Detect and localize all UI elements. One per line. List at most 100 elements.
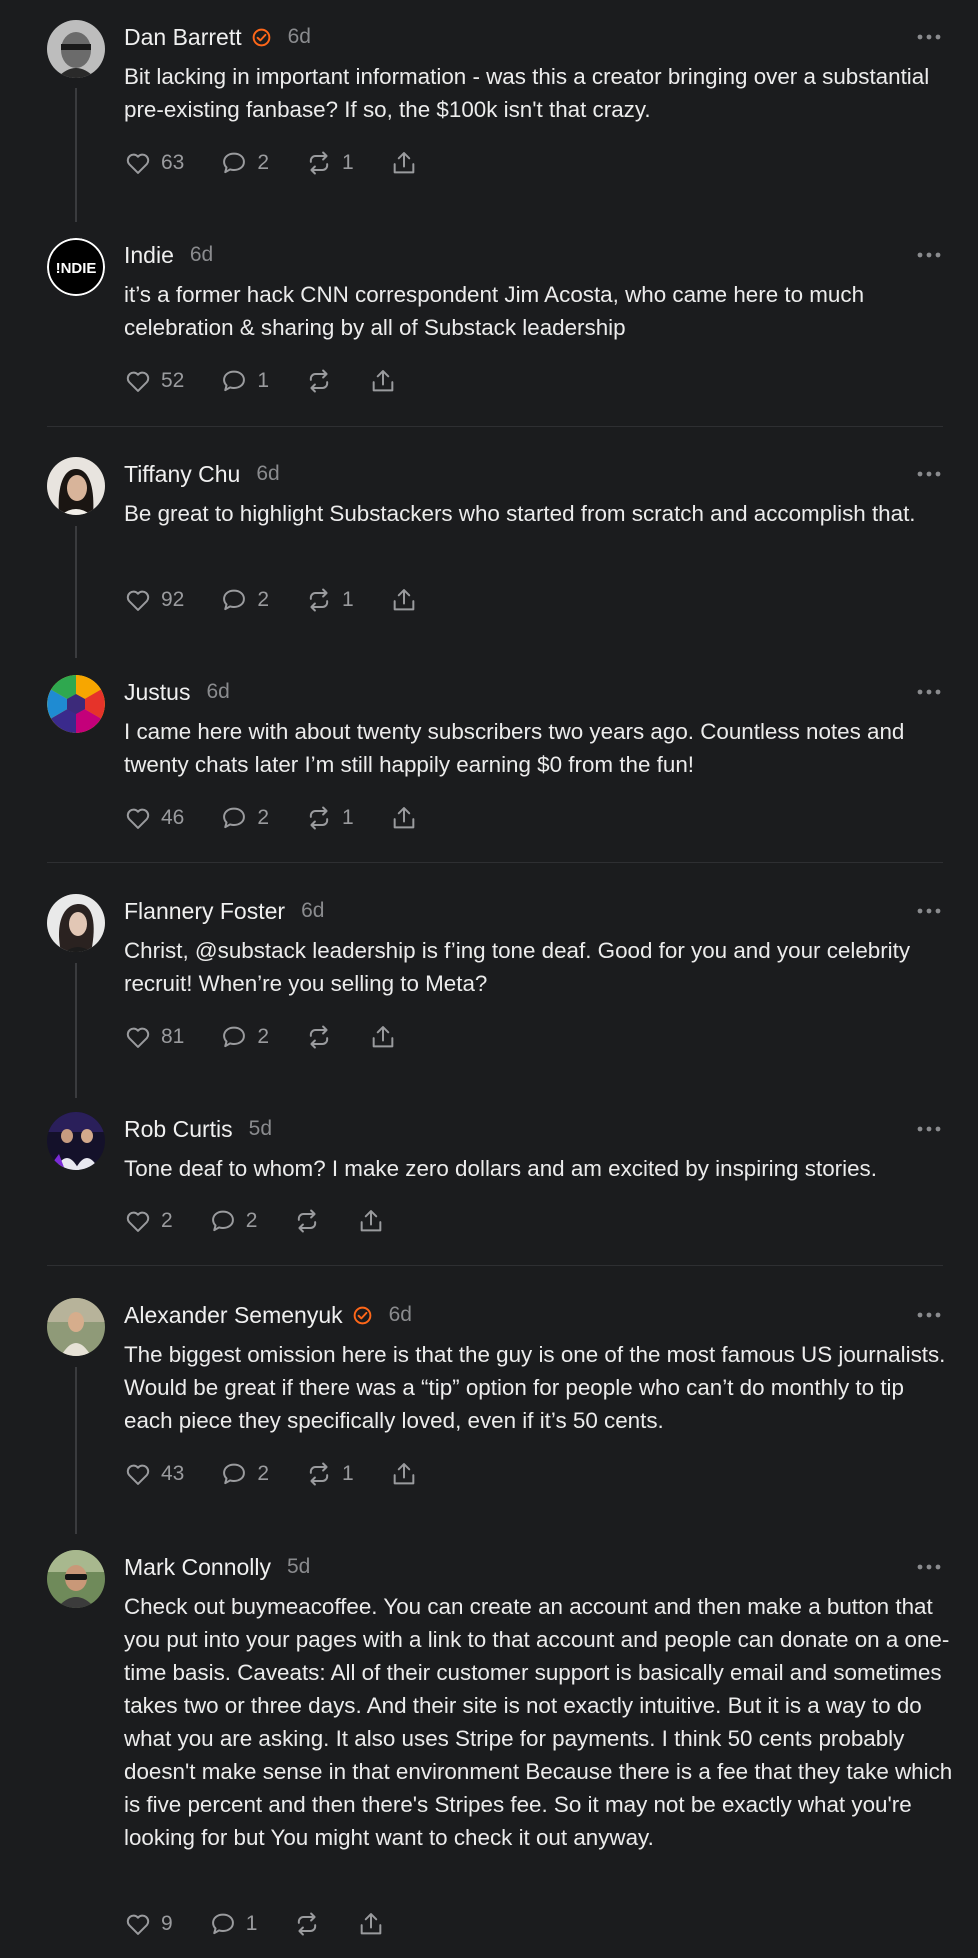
- restack-count: 1: [342, 806, 354, 829]
- like-button[interactable]: 46: [124, 804, 184, 832]
- author-name[interactable]: Justus: [124, 679, 190, 706]
- restack-icon: [309, 369, 329, 393]
- reply-button[interactable]: 1: [220, 367, 269, 395]
- more-icon[interactable]: [916, 30, 942, 44]
- reply-button[interactable]: 1: [209, 1910, 257, 1938]
- reply-button[interactable]: 2: [220, 1460, 269, 1488]
- timestamp: 5d: [287, 1555, 311, 1578]
- comment-header: Mark Connolly 5d: [124, 1552, 310, 1582]
- like-count: 46: [161, 806, 185, 829]
- more-icon[interactable]: [916, 1122, 942, 1136]
- avatar[interactable]: !NDIE: [47, 238, 105, 296]
- restack-button[interactable]: [305, 367, 333, 395]
- avatar[interactable]: [47, 1550, 105, 1608]
- author-name[interactable]: Tiffany Chu: [124, 461, 240, 488]
- share-button[interactable]: [390, 149, 418, 177]
- action-bar: 92 2 1: [124, 583, 418, 617]
- more-icon[interactable]: [916, 467, 942, 481]
- share-button[interactable]: [357, 1910, 385, 1938]
- action-bar: 81 2: [124, 1020, 397, 1054]
- like-count: 52: [161, 369, 185, 392]
- restack-icon: [309, 1025, 329, 1049]
- timestamp: 6d: [189, 243, 214, 266]
- avatar[interactable]: [47, 20, 105, 78]
- avatar[interactable]: [47, 675, 105, 733]
- comment-text: it’s a former hack CNN correspondent Jim…: [124, 282, 865, 340]
- restack-icon: [309, 588, 329, 612]
- like-button[interactable]: 81: [124, 1023, 184, 1051]
- share-icon: [393, 807, 415, 829]
- reply-button[interactable]: 2: [220, 586, 269, 614]
- restack-button[interactable]: 1: [305, 1460, 354, 1488]
- share-button[interactable]: [390, 804, 418, 832]
- like-button[interactable]: 92: [124, 586, 184, 614]
- share-icon: [372, 1026, 394, 1048]
- verified-icon: [252, 28, 270, 46]
- reply-button[interactable]: 2: [220, 1023, 269, 1051]
- comment-text: Bit lacking in important information - w…: [124, 64, 930, 122]
- avatar[interactable]: [47, 1298, 105, 1356]
- verified-icon: [353, 1306, 371, 1324]
- restack-button[interactable]: [305, 1023, 333, 1051]
- like-button[interactable]: 9: [124, 1910, 173, 1938]
- author-name[interactable]: Flannery Foster: [124, 898, 285, 925]
- reply-button[interactable]: 2: [220, 804, 269, 832]
- author-name[interactable]: Indie: [124, 242, 174, 269]
- action-bar: 9 1: [124, 1907, 385, 1941]
- restack-count: 1: [342, 588, 354, 611]
- more-icon[interactable]: [916, 1308, 942, 1322]
- reply-button[interactable]: 2: [209, 1207, 257, 1235]
- comment-header: Tiffany Chu 6d: [124, 459, 280, 489]
- comment-text: Be great to highlight Substackers who st…: [124, 501, 916, 526]
- author-name[interactable]: Alexander Semenyuk: [124, 1302, 343, 1329]
- reply-count: 1: [257, 369, 270, 392]
- restack-button[interactable]: [293, 1910, 321, 1938]
- comment-icon: [223, 1463, 246, 1485]
- heart-icon: [126, 1027, 150, 1048]
- timestamp: 6d: [388, 1303, 412, 1326]
- comment-text: I came here with about twenty subscriber…: [124, 719, 905, 777]
- heart-icon: [126, 590, 150, 611]
- restack-button[interactable]: 1: [305, 804, 354, 832]
- like-button[interactable]: 52: [124, 367, 184, 395]
- comment-header: Indie 6d: [124, 240, 213, 270]
- like-count: 63: [161, 151, 185, 174]
- restack-button[interactable]: [293, 1207, 321, 1235]
- comment-text: Check out buymeacoffee. You can create a…: [124, 1594, 953, 1850]
- avatar[interactable]: [47, 457, 105, 515]
- share-icon: [393, 589, 415, 611]
- like-button[interactable]: 2: [124, 1207, 173, 1235]
- like-count: 43: [161, 1462, 185, 1485]
- like-button[interactable]: 63: [124, 149, 184, 177]
- like-button[interactable]: 43: [124, 1460, 184, 1488]
- reply-count: 2: [257, 588, 270, 611]
- comment-header: Rob Curtis 5d: [124, 1114, 272, 1144]
- author-name[interactable]: Mark Connolly: [124, 1554, 271, 1581]
- thread-line: [75, 526, 77, 658]
- share-button[interactable]: [390, 586, 418, 614]
- share-button[interactable]: [390, 1460, 418, 1488]
- restack-icon: [309, 1462, 329, 1486]
- restack-button[interactable]: 1: [305, 586, 354, 614]
- reply-button[interactable]: 2: [220, 149, 269, 177]
- more-icon[interactable]: [916, 904, 942, 918]
- share-button[interactable]: [369, 1023, 397, 1051]
- comment-header: Alexander Semenyuk 6d: [124, 1300, 412, 1330]
- share-button[interactable]: [357, 1207, 385, 1235]
- share-button[interactable]: [369, 367, 397, 395]
- heart-icon: [126, 808, 150, 829]
- avatar[interactable]: [47, 894, 105, 952]
- share-icon: [361, 1210, 382, 1232]
- more-icon[interactable]: [916, 248, 942, 262]
- share-icon: [361, 1913, 382, 1935]
- thread-divider: [47, 426, 943, 427]
- author-name[interactable]: Rob Curtis: [124, 1116, 233, 1143]
- reply-count: 2: [257, 1025, 270, 1048]
- more-icon[interactable]: [916, 1560, 942, 1574]
- author-name[interactable]: Dan Barrett: [124, 24, 242, 51]
- avatar[interactable]: [47, 1112, 105, 1170]
- restack-button[interactable]: 1: [305, 149, 354, 177]
- like-count: 2: [161, 1209, 173, 1232]
- thread-divider: [47, 862, 943, 863]
- more-icon[interactable]: [916, 685, 942, 699]
